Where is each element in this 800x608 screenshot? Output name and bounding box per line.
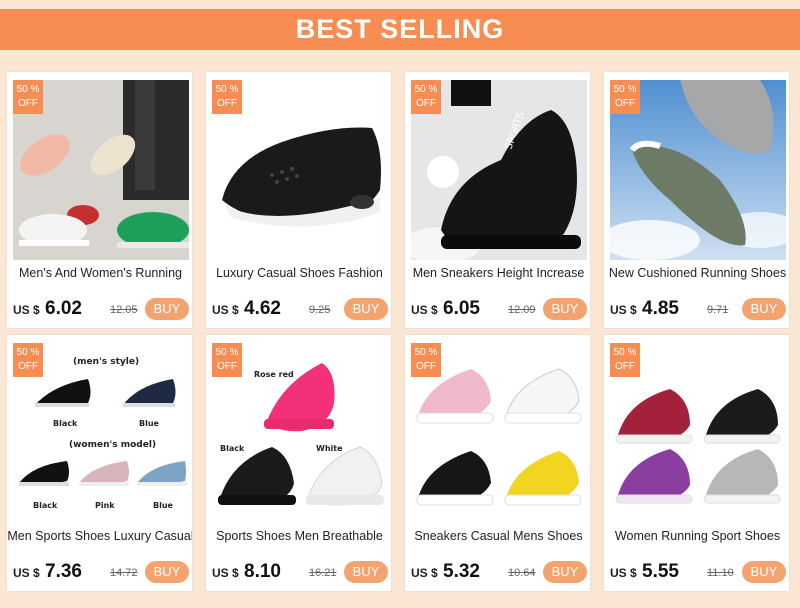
product-card[interactable]: 50 % OFF Sneakers Casual Mens Shoes US $…	[404, 334, 591, 592]
discount-badge: 50 % OFF	[610, 80, 640, 114]
sale-price: 6.05	[443, 298, 480, 319]
image-caption: Black	[53, 419, 78, 428]
image-caption: Blue	[153, 501, 174, 510]
image-caption: Black	[220, 444, 245, 453]
product-card[interactable]: 50 % OFF New Cushioned Running Shoes US …	[603, 71, 790, 329]
discount-badge-text: 50 % OFF	[414, 347, 438, 372]
original-price: 16.21	[309, 567, 337, 579]
product-card[interactable]: SPORTS 50 % OFF Men Sneakers Height Incr…	[404, 71, 591, 329]
sale-price: 5.55	[642, 561, 679, 582]
image-caption: White	[316, 444, 343, 453]
discount-badge: 50 % OFF	[212, 343, 242, 377]
discount-badge-text: 50 % OFF	[215, 84, 239, 109]
image-caption: (women's model)	[69, 440, 156, 450]
image-caption: Blue	[139, 419, 160, 428]
buy-button[interactable]: BUY	[543, 561, 587, 583]
product-card[interactable]: Rose red Black White 50 % OFF Sports Sho…	[205, 334, 392, 592]
product-title[interactable]: Women Running Sport Shoes	[604, 529, 789, 543]
product-card[interactable]: 50 % OFF Luxury Casual Shoes Fashion US …	[205, 71, 392, 329]
buy-button[interactable]: BUY	[344, 561, 388, 583]
buy-button[interactable]: BUY	[742, 561, 786, 583]
sale-price: 6.02	[45, 298, 82, 319]
currency-label: US $	[13, 303, 40, 317]
discount-badge-text: 50 % OFF	[613, 347, 637, 372]
currency-label: US $	[212, 566, 239, 580]
sale-price: 5.32	[443, 561, 480, 582]
discount-badge-text: 50 % OFF	[613, 84, 637, 109]
original-price: 14.72	[110, 567, 138, 579]
discount-badge-text: 50 % OFF	[16, 347, 40, 372]
image-caption: Black	[33, 501, 58, 510]
discount-badge-text: 50 % OFF	[414, 84, 438, 109]
product-card[interactable]: 50 % OFF Men's And Women's Running US $ …	[6, 71, 193, 329]
price-row: US $ 4.62 9.25 BUY	[212, 297, 388, 321]
currency-label: US $	[411, 303, 438, 317]
buy-button[interactable]: BUY	[742, 298, 786, 320]
buy-button[interactable]: BUY	[543, 298, 587, 320]
sale-price: 4.62	[244, 298, 281, 319]
product-card[interactable]: 50 % OFF Women Running Sport Shoes US $ …	[603, 334, 790, 592]
price-row: US $ 8.10 16.21 BUY	[212, 560, 388, 584]
price-row: US $ 5.32 10.64 BUY	[411, 560, 587, 584]
buy-button[interactable]: BUY	[344, 298, 388, 320]
product-title[interactable]: Sneakers Casual Mens Shoes	[405, 529, 590, 543]
product-title[interactable]: Sports Shoes Men Breathable	[206, 529, 391, 543]
discount-badge: 50 % OFF	[13, 80, 43, 114]
sale-price: 8.10	[244, 561, 281, 582]
price-row: US $ 6.05 12.09 BUY	[411, 297, 587, 321]
discount-badge: 50 % OFF	[610, 343, 640, 377]
buy-button[interactable]: BUY	[145, 298, 189, 320]
product-grid: 50 % OFF Men's And Women's Running US $ …	[0, 0, 800, 608]
currency-label: US $	[610, 303, 637, 317]
currency-label: US $	[411, 566, 438, 580]
product-title[interactable]: New Cushioned Running Shoes	[604, 266, 789, 280]
product-card[interactable]: (men's style) Black Blue (women's model)…	[6, 334, 193, 592]
image-caption: Rose red	[254, 370, 294, 379]
currency-label: US $	[212, 303, 239, 317]
product-title[interactable]: Luxury Casual Shoes Fashion	[206, 266, 391, 280]
image-caption: Pink	[95, 501, 115, 510]
discount-badge: 50 % OFF	[411, 343, 441, 377]
buy-button[interactable]: BUY	[145, 561, 189, 583]
original-price: 11.10	[707, 567, 734, 579]
price-row: US $ 4.85 9.71 BUY	[610, 297, 786, 321]
price-row: US $ 7.36 14.72 BUY	[13, 560, 189, 584]
original-price: 12.09	[508, 304, 536, 316]
price-row: US $ 6.02 12.05 BUY	[13, 297, 189, 321]
sale-price: 4.85	[642, 298, 679, 319]
currency-label: US $	[13, 566, 40, 580]
currency-label: US $	[610, 566, 637, 580]
original-price: 9.71	[707, 304, 729, 316]
product-title[interactable]: Men Sports Shoes Luxury Casual	[7, 529, 192, 543]
original-price: 9.25	[309, 304, 331, 316]
product-title[interactable]: Men Sneakers Height Increase	[405, 266, 590, 280]
price-row: US $ 5.55 11.10 BUY	[610, 560, 786, 584]
discount-badge-text: 50 % OFF	[16, 84, 40, 109]
discount-badge: 50 % OFF	[13, 343, 43, 377]
original-price: 10.64	[508, 567, 536, 579]
discount-badge-text: 50 % OFF	[215, 347, 239, 372]
discount-badge: 50 % OFF	[212, 80, 242, 114]
discount-badge: 50 % OFF	[411, 80, 441, 114]
sale-price: 7.36	[45, 561, 82, 582]
product-title[interactable]: Men's And Women's Running	[7, 266, 192, 280]
image-caption: (men's style)	[73, 357, 139, 367]
original-price: 12.05	[110, 304, 138, 316]
